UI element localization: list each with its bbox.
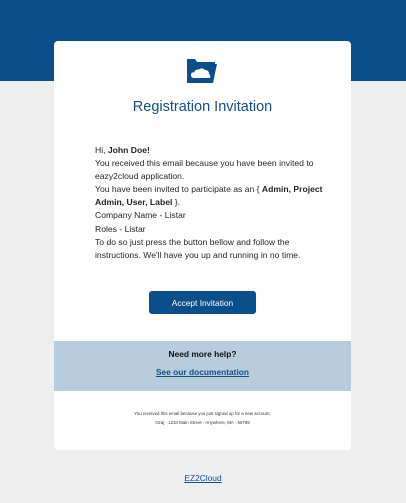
footer-address: Ozaj - 1234 Main Street - Anywhere, MA -… — [155, 420, 250, 425]
roles-line: Roles - Listar — [95, 223, 146, 234]
instructions: To do so just press the button bellow an… — [95, 236, 301, 260]
footer-note: You received this email because you just… — [54, 409, 351, 427]
help-title: Need more help? — [168, 349, 237, 359]
company-name: Company Name - Listar — [95, 210, 186, 221]
page-title: Registration Invitation — [132, 99, 273, 115]
documentation-link[interactable]: See our documentation — [54, 367, 351, 377]
accept-invitation-button[interactable]: Accept Invitation — [149, 291, 256, 314]
cloud-folder-icon — [187, 59, 217, 83]
help-section: Need more help? See our documentation — [54, 341, 351, 391]
email-card: Registration Invitation Hi, John Doe! Yo… — [54, 41, 351, 450]
greeting: Hi, John Doe! — [95, 145, 150, 155]
invite-reason: You received this email because you have… — [95, 158, 314, 182]
message-body: Hi, John Doe! You received this email be… — [95, 144, 323, 262]
recipient-name: John Doe! — [107, 145, 150, 155]
footer-line-1: You received this email because you just… — [134, 411, 271, 416]
ez2cloud-link[interactable]: EZ2Cloud — [0, 473, 406, 483]
invite-roles: You have been invited to participate as … — [95, 184, 323, 208]
